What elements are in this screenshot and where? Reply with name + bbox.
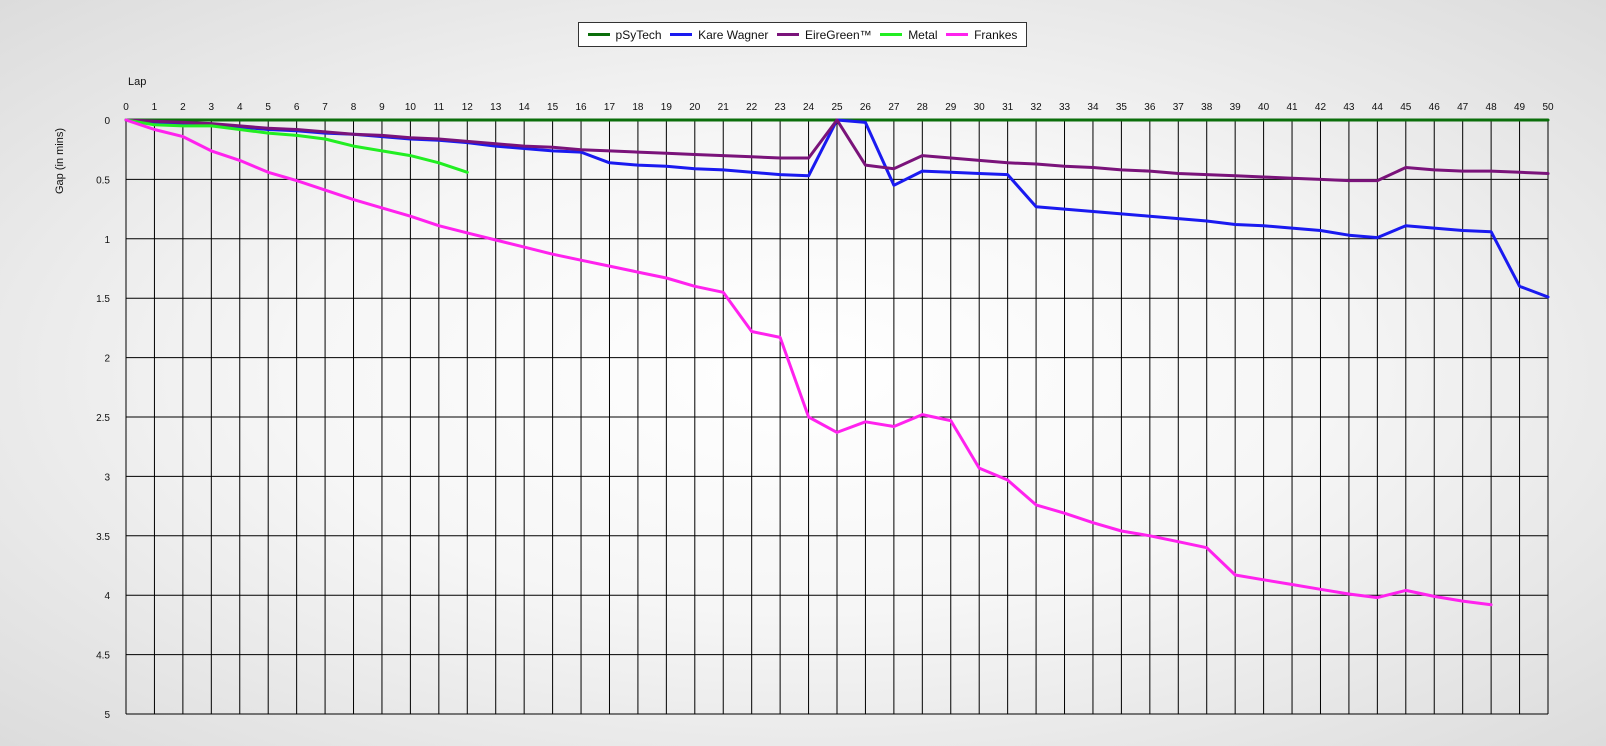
x-tick-label: 29 [945,102,957,113]
x-tick-label: 2 [180,102,186,113]
x-tick-label: 13 [490,102,502,113]
x-tick-label: 1 [152,102,158,113]
y-tick-label: 5 [104,710,110,721]
x-tick-label: 12 [462,102,474,113]
x-tick-label: 0 [123,102,129,113]
x-tick-label: 49 [1514,102,1526,113]
x-tick-label: 33 [1059,102,1071,113]
x-tick-label: 27 [888,102,900,113]
x-tick-label: 34 [1087,102,1099,113]
x-tick-label: 39 [1230,102,1242,113]
x-tick-label: 50 [1542,102,1554,113]
x-tick-label: 18 [632,102,644,113]
x-tick-label: 38 [1201,102,1213,113]
x-tick-label: 15 [547,102,559,113]
y-tick-label: 0 [104,116,110,127]
x-tick-label: 10 [405,102,417,113]
x-tick-label: 16 [575,102,587,113]
x-tick-label: 32 [1031,102,1043,113]
x-tick-label: 46 [1429,102,1441,113]
x-tick-label: 14 [519,102,531,113]
y-tick-label: 1 [104,235,110,246]
x-tick-label: 35 [1116,102,1128,113]
x-tick-label: 25 [831,102,843,113]
x-tick-label: 28 [917,102,929,113]
x-tick-label: 47 [1457,102,1469,113]
x-tick-label: 4 [237,102,243,113]
x-tick-label: 42 [1315,102,1327,113]
x-tick-label: 30 [974,102,986,113]
x-tick-label: 8 [351,102,357,113]
x-tick-label: 23 [775,102,787,113]
x-tick-label: 45 [1400,102,1412,113]
x-tick-label: 19 [661,102,673,113]
x-tick-label: 48 [1486,102,1498,113]
y-tick-label: 1.5 [96,294,110,305]
x-tick-label: 6 [294,102,300,113]
x-tick-label: 44 [1372,102,1384,113]
plot-area: 0 1 2 3 4 5 6 7 8 9 10 11 12 13 14 15 16 17 18 19 20 21 22 23 24… [96,102,1554,721]
x-tick-label: 37 [1173,102,1185,113]
x-tick-label: 22 [746,102,758,113]
x-tick-label: 26 [860,102,872,113]
x-tick-label: 31 [1002,102,1014,113]
x-tick-label: 7 [322,102,328,113]
lap-chart: pSyTech Kare Wagner EireGreen™ Metal Frankes… [0,0,1606,746]
x-tick-label: 9 [379,102,385,113]
x-tick-label: 43 [1343,102,1355,113]
y-tick-label: 2.5 [96,413,110,424]
y-tick-label: 0.5 [96,175,110,186]
x-tick-label: 21 [718,102,730,113]
x-tick-label: 36 [1144,102,1156,113]
x-tick-label: 24 [803,102,815,113]
y-tick-label: 3.5 [96,532,110,543]
y-tick-label: 4.5 [96,651,110,662]
y-tick-label: 2 [104,354,110,365]
x-tick-label: 20 [689,102,701,113]
x-tick-label: 11 [434,102,445,113]
x-tick-label: 17 [604,102,616,113]
x-tick-label: 41 [1286,102,1298,113]
x-tick-label: 5 [265,102,271,113]
x-tick-label: 3 [209,102,215,113]
y-tick-label: 3 [104,472,110,483]
y-tick-label: 4 [104,591,110,602]
x-tick-label: 40 [1258,102,1270,113]
